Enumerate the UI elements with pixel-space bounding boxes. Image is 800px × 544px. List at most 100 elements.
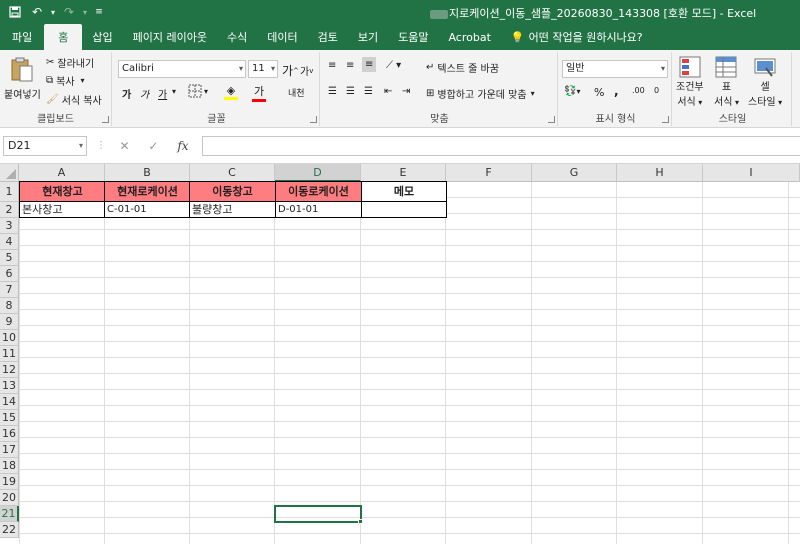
row-header[interactable]: 5 [0,250,19,266]
font-name-select[interactable]: Calibri ▾ [118,60,246,78]
cell-b1[interactable]: 현재로케이션 [104,181,191,202]
tab-acrobat[interactable]: Acrobat [438,24,500,50]
cancel-icon[interactable]: ✕ [119,139,129,153]
column-header-h[interactable]: H [617,164,703,182]
cell-area[interactable] [19,182,800,544]
tab-insert[interactable]: 삽입 [82,24,122,50]
column-header-i[interactable]: I [703,164,800,182]
cell-d1[interactable]: 이동로케이션 [275,181,362,202]
row-header[interactable]: 2 [0,202,19,218]
column-header-e[interactable]: E [361,164,446,182]
align-middle-icon[interactable]: ≡ [346,60,354,71]
borders-icon[interactable]: ▾ [188,84,208,98]
row-header[interactable]: 17 [0,442,19,458]
cell-c2[interactable]: 불량창고 [189,201,276,218]
conditional-formatting-button[interactable]: 조건부 서식 ▾ [676,56,704,108]
row-header[interactable]: 8 [0,298,19,314]
column-header-b[interactable]: B [105,164,190,182]
cell-styles-button[interactable]: 셀 스타일 ▾ [748,56,782,108]
select-all-button[interactable] [0,164,19,182]
resize-handle-icon[interactable]: ⋮ [96,140,106,151]
cell-a1[interactable]: 현재창고 [19,181,106,202]
column-header-c[interactable]: C [190,164,275,182]
tab-home[interactable]: 홈 [44,24,83,50]
row-header[interactable]: 21 [0,506,19,522]
row-header[interactable]: 3 [0,218,19,234]
save-icon[interactable] [4,0,26,24]
cell-e2[interactable] [361,201,447,218]
align-top-icon[interactable]: ≡ [328,60,336,71]
row-header[interactable]: 7 [0,282,19,298]
row-header[interactable]: 10 [0,330,19,346]
dialog-launcher-icon[interactable] [102,116,109,123]
formula-input[interactable] [202,136,800,156]
cell-d2[interactable]: D-01-01 [275,201,362,218]
fill-color-icon[interactable]: ◈ [224,84,238,100]
align-left-icon[interactable]: ☰ [328,86,337,97]
font-color-button[interactable]: 가 [252,83,266,102]
orientation-icon[interactable]: ⟋ ▾ [386,60,401,71]
row-header[interactable]: 12 [0,362,19,378]
customize-toolbar-icon[interactable]: ≡ [90,0,108,24]
tab-formulas[interactable]: 수식 [217,24,257,50]
row-header[interactable]: 9 [0,314,19,330]
row-header[interactable]: 13 [0,378,19,394]
enter-icon[interactable]: ✓ [148,139,158,153]
format-painter-button[interactable]: 🖌 서식 복사 [46,92,102,107]
decrease-indent-icon[interactable]: ⇤ [384,86,392,97]
tab-page-layout[interactable]: 페이지 레이아웃 [123,24,217,50]
percent-button[interactable]: % [594,86,604,99]
row-header[interactable]: 19 [0,474,19,490]
row-header[interactable]: 1 [0,182,19,202]
cell-a2[interactable]: 본사창고 [19,201,106,218]
tab-view[interactable]: 보기 [348,24,388,50]
row-header[interactable]: 11 [0,346,19,362]
active-cell-d21[interactable] [274,505,362,523]
row-header[interactable]: 6 [0,266,19,282]
row-header[interactable]: 4 [0,234,19,250]
dialog-launcher-icon[interactable] [548,116,555,123]
phonetic-button[interactable]: 내천 [288,86,305,99]
grow-font-button[interactable]: 가 ^ [282,62,299,79]
bold-button[interactable]: 가 [122,86,131,101]
cell-b2[interactable]: C-01-01 [104,201,191,218]
accounting-format-icon[interactable]: 💱 ▾ [564,86,580,97]
row-header[interactable]: 14 [0,394,19,410]
row-header[interactable]: 22 [0,522,19,538]
paste-button[interactable]: 붙여넣기 [4,56,41,101]
row-header[interactable]: 16 [0,426,19,442]
format-as-table-button[interactable]: 표 서식 ▾ [714,56,739,108]
redo-icon[interactable]: ↷ [58,0,80,24]
wrap-text-button[interactable]: ↵ 텍스트 줄 바꿈 [426,60,499,75]
undo-icon[interactable]: ↶ [26,0,48,24]
fill-handle[interactable] [358,519,363,524]
row-header[interactable]: 15 [0,410,19,426]
tab-file[interactable]: 파일 [0,24,44,50]
cell-c1[interactable]: 이동창고 [189,181,276,202]
tab-data[interactable]: 데이터 [257,24,307,50]
dialog-launcher-icon[interactable] [310,116,317,123]
column-header-d[interactable]: D [275,164,361,182]
align-center-icon[interactable]: ☰ [346,86,355,97]
merge-center-button[interactable]: ⊞ 병합하고 가운데 맞춤 ▾ [426,86,535,101]
comma-button[interactable]: , [614,84,619,98]
font-size-select[interactable]: 11 ▾ [248,60,278,78]
increase-decimal-button[interactable]: .00 [632,86,645,95]
increase-indent-icon[interactable]: ⇥ [402,86,410,97]
column-header-f[interactable]: F [446,164,532,182]
column-header-g[interactable]: G [532,164,617,182]
name-box[interactable]: D21 ▾ [3,136,87,156]
shrink-font-button[interactable]: 가v [300,63,313,79]
tell-me-box[interactable]: 💡 어떤 작업을 원하시나요? [501,24,653,50]
chevron-down-icon[interactable]: ▾ [172,87,176,96]
column-header-a[interactable]: A [19,164,105,182]
chevron-down-icon[interactable]: ▾ [48,0,58,24]
italic-button[interactable]: 가 [140,86,149,101]
tab-review[interactable]: 검토 [308,24,348,50]
insert-function-icon[interactable]: fx [177,139,188,153]
cut-button[interactable]: ✂ 잘라내기 [46,55,94,70]
align-right-icon[interactable]: ☰ [364,86,373,97]
row-header[interactable]: 18 [0,458,19,474]
chevron-down-icon[interactable]: ▾ [80,0,90,24]
number-format-select[interactable]: 일반 ▾ [562,60,668,78]
